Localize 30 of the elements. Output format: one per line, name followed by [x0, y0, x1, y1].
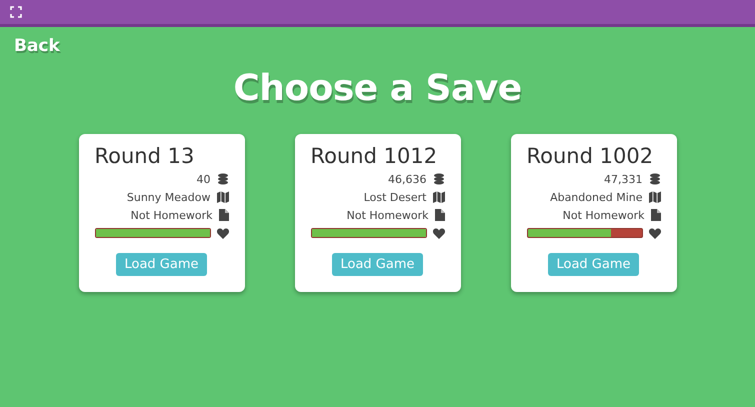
mode-text: Not Homework: [562, 208, 644, 222]
document-icon: [218, 209, 228, 221]
round-title: Round 13: [94, 144, 196, 168]
page-title: Choose a Save: [232, 68, 523, 111]
heart-icon: [216, 228, 228, 238]
coin-count: 40: [196, 172, 210, 186]
coins-icon: [216, 173, 228, 185]
location-text: Abandoned Mine: [550, 190, 642, 204]
mode-text: Not Homework: [130, 208, 212, 222]
load-game-button[interactable]: Load Game: [548, 253, 639, 276]
round-title: Round 1002: [526, 144, 654, 168]
location-text: Lost Desert: [364, 190, 426, 204]
location-text: Sunny Meadow: [126, 190, 210, 204]
document-icon: [434, 209, 444, 221]
document-icon: [650, 209, 660, 221]
coin-count: 46,636: [388, 172, 426, 186]
coins-icon: [432, 173, 444, 185]
round-title: Round 1012: [310, 144, 438, 168]
fullscreen-icon[interactable]: [10, 6, 22, 18]
back-link[interactable]: Back: [14, 36, 60, 56]
load-game-button[interactable]: Load Game: [116, 253, 207, 276]
map-icon: [648, 191, 660, 203]
map-icon: [432, 191, 444, 203]
heart-icon: [648, 228, 660, 238]
coin-count: 47,331: [604, 172, 642, 186]
load-game-button[interactable]: Load Game: [332, 253, 423, 276]
coins-icon: [648, 173, 660, 185]
map-icon: [216, 191, 228, 203]
heart-icon: [432, 228, 444, 238]
mode-text: Not Homework: [346, 208, 428, 222]
